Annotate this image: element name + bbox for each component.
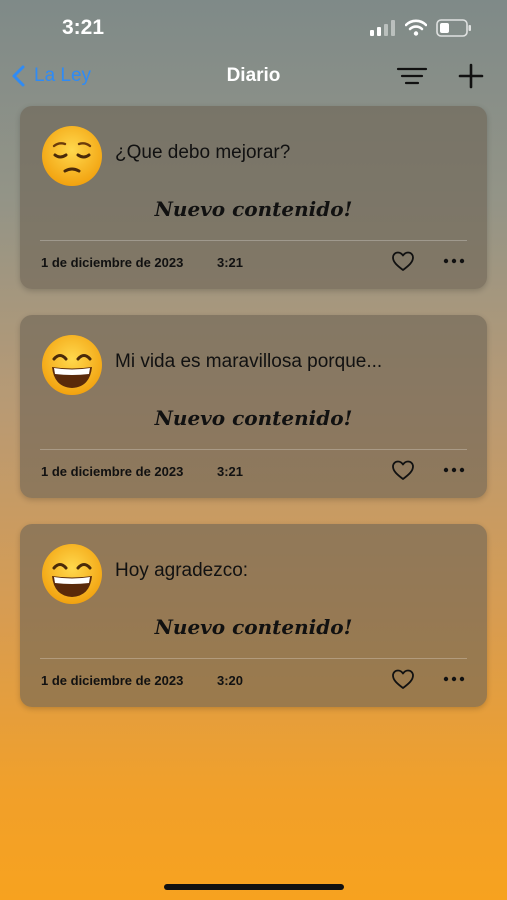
heart-icon xyxy=(392,251,414,271)
more-options-button[interactable] xyxy=(442,462,466,478)
add-entry-button[interactable] xyxy=(457,62,485,90)
entry-date: 1 de diciembre de 2023 xyxy=(41,255,184,270)
entry-date: 1 de diciembre de 2023 xyxy=(41,673,184,688)
ellipsis-icon xyxy=(443,676,465,682)
divider xyxy=(40,240,467,241)
entry-time: 3:21 xyxy=(217,464,244,479)
more-options-button[interactable] xyxy=(442,671,466,687)
journal-entry-card[interactable]: Mi vida es maravillosa porque... Nuevo c… xyxy=(20,315,487,498)
entry-content: Nuevo contenido! xyxy=(154,615,353,639)
pensive-face-icon xyxy=(42,126,102,186)
battery-icon xyxy=(436,19,471,37)
journal-entry-card[interactable]: Hoy agradezco: Nuevo contenido! 1 de dic… xyxy=(20,524,487,707)
plus-icon xyxy=(458,63,484,89)
ellipsis-icon xyxy=(443,467,465,473)
grinning-face-icon xyxy=(42,335,102,395)
entry-content: Nuevo contenido! xyxy=(154,197,353,221)
cellular-signal-icon xyxy=(370,20,395,36)
wifi-icon xyxy=(405,19,427,36)
entry-time: 3:21 xyxy=(217,255,244,270)
favorite-button[interactable] xyxy=(391,250,415,272)
divider xyxy=(40,449,467,450)
grinning-face-icon xyxy=(42,544,102,604)
favorite-button[interactable] xyxy=(391,668,415,690)
home-indicator[interactable] xyxy=(164,884,344,890)
entry-content: Nuevo contenido! xyxy=(154,406,353,430)
ellipsis-icon xyxy=(443,258,465,264)
journal-entry-card[interactable]: ¿Que debo mejorar? Nuevo contenido! 1 de… xyxy=(20,106,487,289)
more-options-button[interactable] xyxy=(442,253,466,269)
status-time: 3:21 xyxy=(62,16,105,39)
entry-prompt: ¿Que debo mejorar? xyxy=(115,142,291,163)
entry-date: 1 de diciembre de 2023 xyxy=(41,464,184,479)
heart-icon xyxy=(392,460,414,480)
filter-lines-icon xyxy=(396,67,428,85)
favorite-button[interactable] xyxy=(391,459,415,481)
divider xyxy=(40,658,467,659)
entry-prompt: Mi vida es maravillosa porque... xyxy=(115,351,383,372)
page-title: Diario xyxy=(226,65,281,86)
filter-button[interactable] xyxy=(396,64,428,88)
entry-time: 3:20 xyxy=(217,673,244,688)
entry-prompt: Hoy agradezco: xyxy=(115,560,249,581)
status-bar: 3:21 xyxy=(0,0,507,56)
nav-bar: La Ley Diario xyxy=(0,56,507,96)
heart-icon xyxy=(392,669,414,689)
